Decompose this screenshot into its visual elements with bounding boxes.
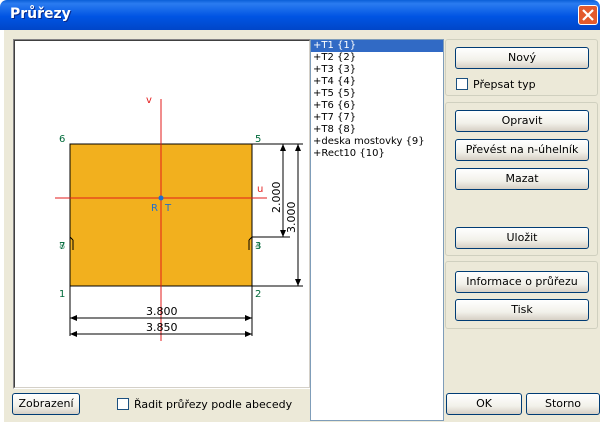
list-item[interactable]: +T3 {3} xyxy=(311,64,443,76)
save-button[interactable]: Uložit xyxy=(455,227,589,249)
vertex-label-5: 5 xyxy=(255,134,261,145)
print-button[interactable]: Tisk xyxy=(455,299,589,321)
ok-button[interactable]: OK xyxy=(446,393,522,415)
title-bar: Průřezy xyxy=(0,0,600,30)
section-info-button[interactable]: Informace o průřezu xyxy=(455,271,589,293)
vertex-label-8: 8 xyxy=(59,241,65,252)
dim-height-2: 3.000 xyxy=(285,202,298,234)
section-preview: v u R T 6 5 7 8 3 4 1 2 2.000 3.000 3.80… xyxy=(14,40,310,388)
sections-list[interactable]: +T1 {1} +T2 {2} +T3 {3} +T4 {4} +T5 {5} … xyxy=(310,39,444,421)
dim-height-1: 2.000 xyxy=(270,182,283,214)
convert-polygon-button[interactable]: Převést na n-úhelník xyxy=(455,139,589,161)
list-item[interactable]: +deska mostovky {9} xyxy=(311,136,443,148)
window-title: Průřezy xyxy=(10,6,71,22)
list-item[interactable]: +T8 {8} xyxy=(311,124,443,136)
vertex-label-1: 1 xyxy=(59,289,65,300)
display-button[interactable]: Zobrazení xyxy=(12,393,80,415)
list-item[interactable]: +T2 {2} xyxy=(311,52,443,64)
overwrite-type-label: Přepsat typ xyxy=(473,78,536,91)
list-item[interactable]: +Rect10 {10} xyxy=(311,148,443,160)
list-item[interactable]: +T6 {6} xyxy=(311,100,443,112)
centroid-point xyxy=(158,195,164,201)
dim-width-1: 3.800 xyxy=(146,305,178,318)
sort-alpha-label: Řadit průřezy podle abecedy xyxy=(134,398,293,411)
dim-width-2: 3.850 xyxy=(146,321,178,334)
edit-button[interactable]: Opravit xyxy=(455,110,589,132)
sort-alpha-checkbox[interactable] xyxy=(117,398,129,410)
vertex-label-4: 4 xyxy=(255,241,261,252)
centroid-label-t: T xyxy=(164,203,172,214)
centroid-label-r: R xyxy=(151,203,158,214)
section-drawing: v u R T 6 5 7 8 3 4 1 2 2.000 3.000 3.80… xyxy=(55,95,303,341)
axis-u-label: u xyxy=(257,184,263,195)
background-strip xyxy=(0,422,600,428)
preview-frame: v u R T 6 5 7 8 3 4 1 2 2.000 3.000 3.80… xyxy=(13,39,311,389)
overwrite-type-checkbox[interactable] xyxy=(456,78,468,90)
list-item[interactable]: +T7 {7} xyxy=(311,112,443,124)
dialog-client: v u R T 6 5 7 8 3 4 1 2 2.000 3.000 3.80… xyxy=(4,30,600,422)
list-item[interactable]: +T1 {1} xyxy=(311,40,443,52)
axis-v-label: v xyxy=(146,95,152,106)
close-icon[interactable] xyxy=(578,5,598,25)
list-item[interactable]: +T5 {5} xyxy=(311,88,443,100)
sections-dialog: Průřezy v u R T 6 5 7 8 3 4 1 2 2.000 3.… xyxy=(0,0,600,428)
cancel-button[interactable]: Storno xyxy=(526,393,600,415)
new-button[interactable]: Nový xyxy=(455,47,589,69)
delete-button[interactable]: Mazat xyxy=(455,168,589,190)
vertex-label-6: 6 xyxy=(59,134,65,145)
list-item[interactable]: +T4 {4} xyxy=(311,76,443,88)
vertex-label-2: 2 xyxy=(255,289,261,300)
